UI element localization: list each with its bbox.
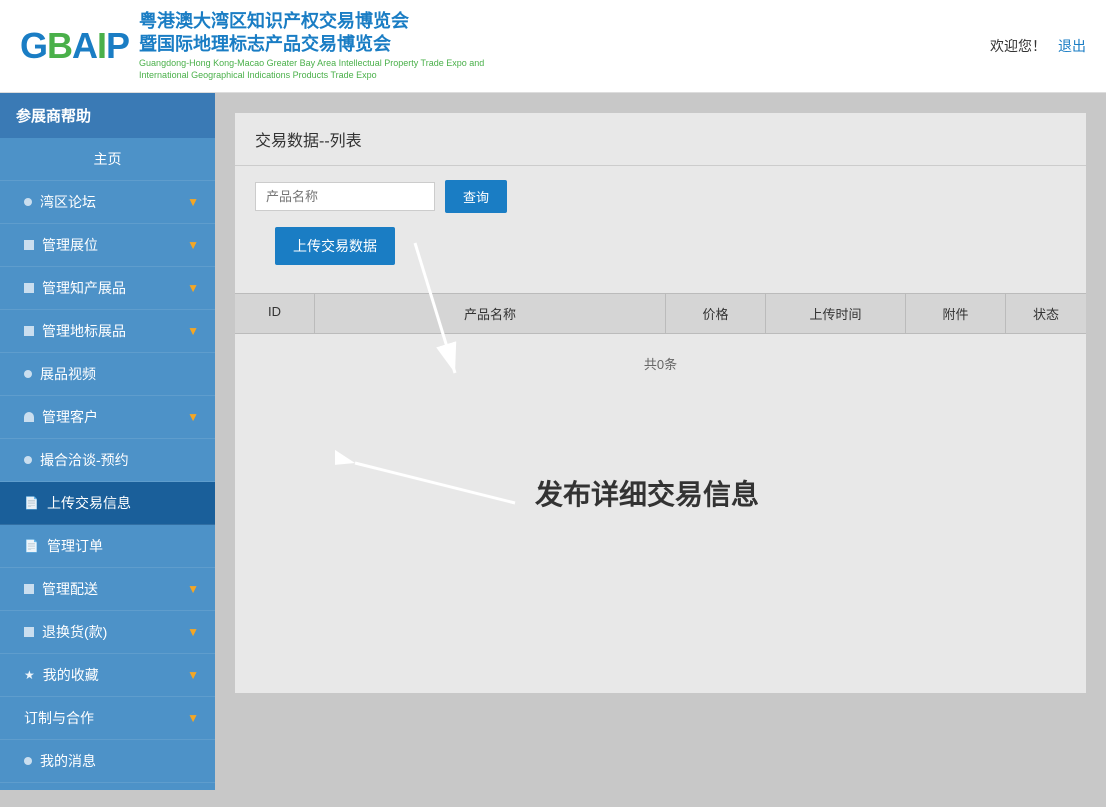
sidebar-item-home[interactable]: 主页 bbox=[0, 138, 215, 181]
main-content: 交易数据--列表 查询 上传交易数据 ID 产品名称 价格 上传时间 附件 状态… bbox=[215, 93, 1106, 790]
welcome-text: 欢迎您！ bbox=[990, 36, 1046, 56]
chevron-down-icon: ▼ bbox=[187, 281, 199, 295]
sidebar-item-my-message[interactable]: 我的消息 bbox=[0, 740, 215, 783]
page-title: 交易数据--列表 bbox=[235, 113, 1086, 166]
sidebar-item-label: 上传交易信息 bbox=[47, 493, 131, 513]
zh-title: 粤港澳大湾区知识产权交易博览会 暨国际地理标志产品交易博览会 bbox=[139, 10, 499, 57]
sidebar-item-manage-booth[interactable]: 管理展位 ▼ bbox=[0, 224, 215, 267]
sidebar-item-exhibit-video[interactable]: 展品视频 bbox=[0, 353, 215, 396]
sidebar-item-label: 展品视频 bbox=[40, 364, 96, 384]
upload-button-area: 上传交易数据 bbox=[235, 227, 1086, 293]
file-icon: 📄 bbox=[24, 539, 39, 553]
sidebar-title: 参展商帮助 bbox=[0, 93, 215, 138]
arrow-svg-2 bbox=[335, 443, 535, 543]
person-icon bbox=[24, 412, 34, 422]
chevron-down-icon: ▼ bbox=[187, 238, 199, 252]
chevron-down-icon: ▼ bbox=[187, 625, 199, 639]
file-icon: 📄 bbox=[24, 496, 39, 510]
square-icon bbox=[24, 584, 34, 594]
dot-icon bbox=[24, 456, 32, 464]
sidebar-item-label: 我的消息 bbox=[40, 751, 96, 771]
content-box: 交易数据--列表 查询 上传交易数据 ID 产品名称 价格 上传时间 附件 状态… bbox=[235, 113, 1086, 693]
table-header: ID 产品名称 价格 上传时间 附件 状态 bbox=[235, 293, 1086, 334]
col-attachment: 附件 bbox=[906, 294, 1006, 333]
sidebar-item-label: 管理配送 bbox=[42, 579, 98, 599]
chevron-down-icon: ▼ bbox=[187, 410, 199, 424]
chevron-down-icon: ▼ bbox=[187, 668, 199, 682]
sidebar-item-label: 管理知产展品 bbox=[42, 278, 126, 298]
header-right: 欢迎您！ 退出 bbox=[990, 36, 1086, 56]
header: GBAIP 粤港澳大湾区知识产权交易博览会 暨国际地理标志产品交易博览会 Gua… bbox=[0, 0, 1106, 93]
dot-icon bbox=[24, 198, 32, 206]
sidebar-item-manage-ip[interactable]: 管理知产展品 ▼ bbox=[0, 267, 215, 310]
chevron-down-icon: ▼ bbox=[187, 324, 199, 338]
star-icon: ★ bbox=[24, 668, 35, 682]
sidebar-item-label: 湾区论坛 bbox=[40, 192, 96, 212]
sidebar-item-manage-customer[interactable]: 管理客户 ▼ bbox=[0, 396, 215, 439]
col-upload-time: 上传时间 bbox=[766, 294, 906, 333]
col-product-name: 产品名称 bbox=[315, 294, 666, 333]
square-icon bbox=[24, 326, 34, 336]
col-price: 价格 bbox=[666, 294, 766, 333]
col-status: 状态 bbox=[1006, 294, 1086, 333]
sidebar-item-upload-trade[interactable]: 📄 上传交易信息 bbox=[0, 482, 215, 525]
dot-icon bbox=[24, 757, 32, 765]
sidebar-item-my-favorites[interactable]: ★ 我的收藏 ▼ bbox=[0, 654, 215, 697]
empty-message: 共0条 bbox=[235, 334, 1086, 393]
square-icon bbox=[24, 240, 34, 250]
logout-link[interactable]: 退出 bbox=[1058, 36, 1086, 56]
sidebar-item-label: 管理订单 bbox=[47, 536, 103, 556]
sidebar-item-label: 撮合洽谈-预约 bbox=[40, 450, 129, 470]
sidebar-item-manage-order[interactable]: 📄 管理订单 bbox=[0, 525, 215, 568]
square-icon bbox=[24, 627, 34, 637]
search-bar: 查询 bbox=[235, 166, 1086, 227]
logo-letters: GBAIP bbox=[20, 25, 129, 67]
sidebar-item-label: 管理客户 bbox=[42, 407, 98, 427]
sidebar-item-label: 我的收藏 bbox=[43, 665, 99, 685]
chevron-down-icon: ▼ bbox=[187, 711, 199, 725]
col-id: ID bbox=[235, 294, 315, 333]
sidebar-item-label: 主页 bbox=[94, 151, 122, 167]
layout: 参展商帮助 主页 湾区论坛 ▼ 管理展位 ▼ 管理知产展品 bbox=[0, 93, 1106, 790]
chevron-down-icon: ▼ bbox=[187, 582, 199, 596]
square-icon bbox=[24, 283, 34, 293]
sidebar-item-label: 管理地标展品 bbox=[42, 321, 126, 341]
upload-button[interactable]: 上传交易数据 bbox=[275, 227, 395, 265]
sidebar-item-label: 管理展位 bbox=[42, 235, 98, 255]
query-button[interactable]: 查询 bbox=[445, 180, 507, 213]
sidebar-item-label: 订制与合作 bbox=[24, 708, 94, 728]
sidebar-item-manage-geo[interactable]: 管理地标展品 ▼ bbox=[0, 310, 215, 353]
sidebar-item-return-goods[interactable]: 退换货(款) ▼ bbox=[0, 611, 215, 654]
sidebar-item-order-collab[interactable]: 订制与合作 ▼ bbox=[0, 697, 215, 740]
logo-text: 粤港澳大湾区知识产权交易博览会 暨国际地理标志产品交易博览会 Guangdong… bbox=[139, 10, 499, 82]
sidebar-item-manage-delivery[interactable]: 管理配送 ▼ bbox=[0, 568, 215, 611]
logo-area: GBAIP 粤港澳大湾区知识产权交易博览会 暨国际地理标志产品交易博览会 Gua… bbox=[20, 10, 499, 82]
chevron-down-icon: ▼ bbox=[187, 195, 199, 209]
sidebar-item-bay-forum[interactable]: 湾区论坛 ▼ bbox=[0, 181, 215, 224]
annotation-text: 发布详细交易信息 bbox=[535, 473, 759, 513]
en-title: Guangdong-Hong Kong-Macao Greater Bay Ar… bbox=[139, 57, 499, 82]
search-input[interactable] bbox=[255, 182, 435, 211]
sidebar-item-meeting-appt[interactable]: 撮合洽谈-预约 bbox=[0, 439, 215, 482]
sidebar: 参展商帮助 主页 湾区论坛 ▼ 管理展位 ▼ 管理知产展品 bbox=[0, 93, 215, 790]
sidebar-item-label: 退换货(款) bbox=[42, 622, 107, 642]
dot-icon bbox=[24, 370, 32, 378]
